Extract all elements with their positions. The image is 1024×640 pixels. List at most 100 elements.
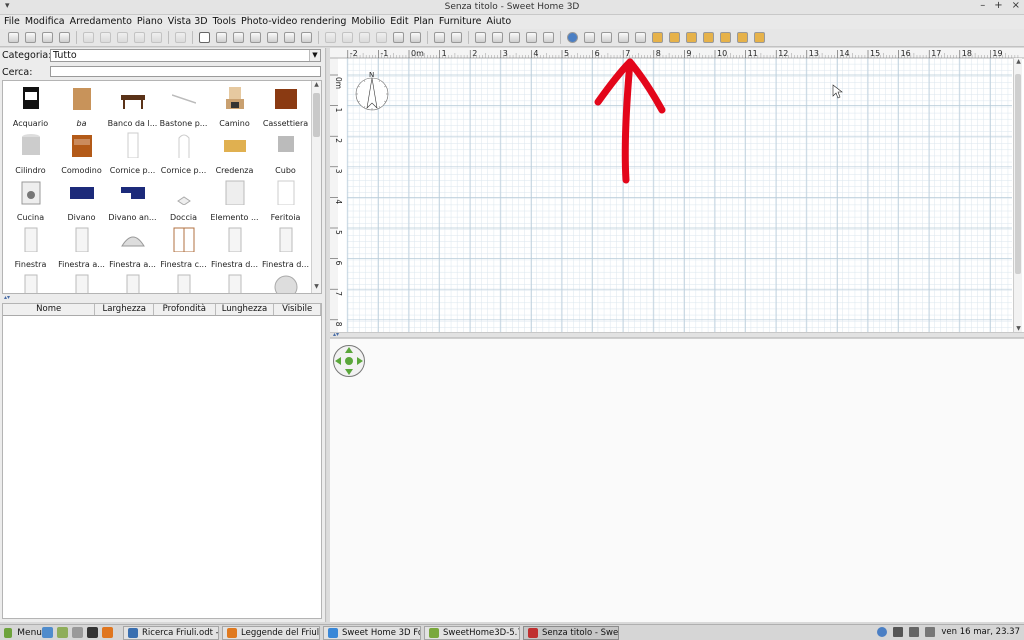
create-dimensions-icon[interactable]	[284, 32, 295, 43]
menu-piano[interactable]: Piano	[136, 15, 167, 29]
plan-view[interactable]: -2 -1 0m 1 2 3 4 5 6 7 8 9 10 11 12 13 14 15 16 17 18 19 0m 1 2 3…	[330, 48, 1024, 332]
plugin-tool-2-icon[interactable]	[601, 32, 612, 43]
minimize-button[interactable]: –	[980, 0, 985, 11]
catalog-item[interactable]: Finestra	[5, 224, 56, 271]
catalog-item[interactable]: Credenza	[209, 130, 260, 177]
copy-icon[interactable]	[134, 32, 145, 43]
menu-file[interactable]: File	[3, 15, 24, 29]
catalog-item[interactable]: Finestra d...	[260, 224, 311, 271]
zoom-in-icon[interactable]	[393, 32, 404, 43]
scroll-down-icon[interactable]: ▼	[312, 283, 321, 293]
plugin-tool-9-icon[interactable]	[720, 32, 731, 43]
menu-aiuto[interactable]: Aiuto	[485, 15, 515, 29]
navigation-arrows-icon[interactable]	[332, 344, 366, 378]
video-icon[interactable]	[451, 32, 462, 43]
compass-icon[interactable]: N	[355, 71, 389, 111]
column-header[interactable]: Lunghezza	[216, 304, 275, 315]
plugin-tool-1-icon[interactable]	[584, 32, 595, 43]
import-furniture-icon[interactable]	[475, 32, 486, 43]
scroll-up-icon[interactable]: ▲	[1014, 58, 1023, 65]
new-home-icon[interactable]	[8, 32, 19, 43]
taskbar-window-button[interactable]: Senza titolo - Sweet ...	[523, 625, 619, 640]
taskbar-window-button[interactable]: Leggende del Friuli ...	[222, 625, 320, 640]
catalog-item[interactable]	[107, 271, 158, 293]
catalog-item[interactable]: ba	[56, 83, 107, 130]
plugin-tool-10-icon[interactable]	[737, 32, 748, 43]
plugin-tool-11-icon[interactable]	[754, 32, 765, 43]
update-icon[interactable]	[877, 627, 888, 637]
catalog-item[interactable]: Bastone p...	[158, 83, 209, 130]
catalog-item[interactable]: Feritoia	[260, 177, 311, 224]
column-header[interactable]: Larghezza	[95, 304, 155, 315]
files-launcher-icon[interactable]	[57, 627, 68, 638]
catalog-item[interactable]: Elemento ...	[209, 177, 260, 224]
paste-icon[interactable]	[151, 32, 162, 43]
help-icon[interactable]	[567, 32, 578, 43]
catalog-item[interactable]: Divano	[56, 177, 107, 224]
category-select[interactable]: Tutto ▼	[50, 49, 321, 62]
scroll-down-icon[interactable]: ▼	[1014, 325, 1023, 332]
plan-grid[interactable]: -2 -1 0m 1 2 3 4 5 6 7 8 9 10 11 12 13 14 15 16 17 18 190m123…	[330, 48, 1024, 332]
catalog-item[interactable]: Comodino	[56, 130, 107, 177]
undo-icon[interactable]	[83, 32, 94, 43]
plan-scrollbar[interactable]: ▲ ▼	[1013, 58, 1022, 332]
menu-modifica[interactable]: Modifica	[24, 15, 69, 29]
console-launcher-icon[interactable]	[87, 627, 98, 638]
menu-edit[interactable]: Edit	[389, 15, 412, 29]
plugin-tool-5-icon[interactable]	[652, 32, 663, 43]
taskbar-window-button[interactable]: Ricerca Friuli.odt - Li...	[123, 625, 219, 640]
column-header[interactable]: Nome	[3, 304, 96, 315]
catalog-scrollbar[interactable]: ▲ ▼	[311, 81, 321, 293]
catalog-item[interactable]: Finestra a...	[107, 224, 158, 271]
text-style-icon[interactable]	[325, 32, 336, 43]
search-input[interactable]	[50, 66, 321, 77]
maximize-button[interactable]: +	[994, 0, 1002, 11]
catalog-item[interactable]: Cilindro	[5, 130, 56, 177]
scroll-up-icon[interactable]: ▲	[312, 81, 321, 91]
firefox-launcher-icon[interactable]	[102, 627, 113, 638]
taskbar-window-button[interactable]: Sweet Home 3D For...	[323, 625, 421, 640]
save-icon[interactable]	[42, 32, 53, 43]
italic-icon[interactable]	[359, 32, 370, 43]
catalog-splitter[interactable]: ▴▾	[2, 295, 322, 301]
redo-icon[interactable]	[100, 32, 111, 43]
catalog-item[interactable]: Acquario	[5, 83, 56, 130]
menu-plan[interactable]: Plan	[413, 15, 438, 29]
catalog-item[interactable]: Cucina	[5, 177, 56, 224]
photo-icon[interactable]	[434, 32, 445, 43]
menu-tools[interactable]: Tools	[212, 15, 240, 29]
menu-arredamento[interactable]: Arredamento	[69, 15, 136, 29]
browser-launcher-icon[interactable]	[42, 627, 53, 638]
taskbar-window-button[interactable]: SweetHome3D-5.7	[424, 625, 520, 640]
3d-view[interactable]	[330, 338, 1024, 622]
preferences-icon[interactable]	[59, 32, 70, 43]
clock[interactable]: ven 16 mar, 23.37	[941, 627, 1020, 637]
catalog-item[interactable]: Cubo	[260, 130, 311, 177]
zoom-out-icon[interactable]	[410, 32, 421, 43]
chevron-down-icon[interactable]: ▼	[309, 50, 320, 61]
create-walls-icon[interactable]	[233, 32, 244, 43]
catalog-item[interactable]	[56, 271, 107, 293]
plugin-tool-8-icon[interactable]	[703, 32, 714, 43]
close-button[interactable]: ×	[1012, 0, 1020, 11]
catalog-item[interactable]: Finestra d...	[209, 224, 260, 271]
open-icon[interactable]	[25, 32, 36, 43]
plugin-tool-3-icon[interactable]	[618, 32, 629, 43]
power-icon[interactable]	[925, 627, 936, 637]
catalog-item[interactable]: Divano an...	[107, 177, 158, 224]
add-furniture-icon[interactable]	[175, 32, 186, 43]
menu-vista-3d[interactable]: Vista 3D	[167, 15, 212, 29]
terminal-launcher-icon[interactable]	[72, 627, 83, 638]
create-rooms-icon[interactable]	[250, 32, 261, 43]
catalog-item[interactable]: Finestra c...	[158, 224, 209, 271]
plugin-tool-6-icon[interactable]	[669, 32, 680, 43]
select-mode-icon[interactable]	[199, 32, 210, 43]
import-texture-icon[interactable]	[492, 32, 503, 43]
catalog-item[interactable]: Doccia	[158, 177, 209, 224]
cut-icon[interactable]	[117, 32, 128, 43]
plugin-tool-4-icon[interactable]	[635, 32, 646, 43]
create-polylines-icon[interactable]	[267, 32, 278, 43]
network-icon[interactable]	[893, 627, 904, 637]
catalog-item[interactable]: Cornice p...	[158, 130, 209, 177]
volume-icon[interactable]	[909, 627, 920, 637]
